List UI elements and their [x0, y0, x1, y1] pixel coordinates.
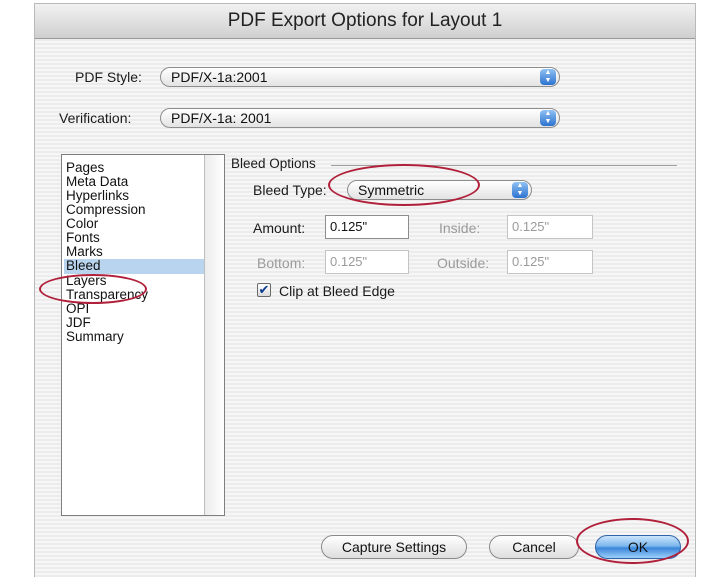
- popup-arrows-icon: ▲ ▼: [540, 110, 556, 126]
- category-item-opi[interactable]: OPI: [64, 302, 208, 316]
- category-item-fonts[interactable]: Fonts: [64, 231, 208, 245]
- clip-at-bleed-label: Clip at Bleed Edge: [279, 283, 395, 299]
- category-item-bleed[interactable]: Bleed: [64, 259, 208, 274]
- category-item-color[interactable]: Color: [64, 217, 208, 231]
- cancel-button[interactable]: Cancel: [489, 535, 579, 559]
- ok-button[interactable]: OK: [595, 535, 681, 559]
- category-item-summary[interactable]: Summary: [64, 330, 208, 344]
- pdf-style-label: PDF Style:: [75, 69, 142, 85]
- category-item-pages[interactable]: Pages: [64, 161, 208, 175]
- clip-at-bleed-checkbox[interactable]: ✔: [257, 283, 271, 297]
- category-list[interactable]: Pages Meta Data Hyperlinks Compression C…: [61, 154, 225, 516]
- category-item-transparency[interactable]: Transparency: [64, 288, 208, 302]
- category-item-compression[interactable]: Compression: [64, 203, 208, 217]
- inside-label: Inside:: [439, 220, 481, 236]
- bleed-type-label: Bleed Type:: [253, 182, 327, 198]
- title-bar: PDF Export Options for Layout 1: [35, 4, 695, 39]
- inside-field[interactable]: 0.125": [507, 215, 593, 239]
- popup-arrows-icon: ▲ ▼: [540, 69, 556, 85]
- category-item-marks[interactable]: Marks: [64, 245, 208, 259]
- list-scrollbar[interactable]: [204, 155, 224, 515]
- amount-label: Amount:: [253, 220, 306, 236]
- window-title: PDF Export Options for Layout 1: [227, 10, 503, 31]
- outside-label: Outside:: [437, 255, 490, 271]
- verification-label: Verification:: [59, 110, 132, 126]
- outside-field[interactable]: 0.125": [507, 250, 593, 274]
- capture-settings-button[interactable]: Capture Settings: [321, 535, 467, 559]
- bleed-options-title: Bleed Options: [231, 156, 316, 171]
- bottom-field[interactable]: 0.125": [325, 250, 409, 274]
- verification-value: PDF/X-1a: 2001: [171, 110, 272, 126]
- category-item-hyperlinks[interactable]: Hyperlinks: [64, 189, 208, 203]
- amount-field[interactable]: 0.125": [325, 215, 409, 239]
- pdf-style-popup[interactable]: PDF/X-1a:2001 ▲ ▼: [160, 67, 560, 87]
- category-item-meta-data[interactable]: Meta Data: [64, 175, 208, 189]
- bottom-label: Bottom:: [257, 255, 306, 271]
- bleed-type-value: Symmetric: [358, 182, 425, 198]
- verification-popup[interactable]: PDF/X-1a: 2001 ▲ ▼: [160, 108, 560, 128]
- popup-arrows-icon: ▲ ▼: [512, 182, 528, 198]
- pdf-style-value: PDF/X-1a:2001: [171, 69, 268, 85]
- pdf-export-dialog: PDF Export Options for Layout 1 PDF Styl…: [34, 3, 696, 577]
- bleed-type-popup[interactable]: Symmetric ▲ ▼: [347, 180, 532, 200]
- category-item-jdf[interactable]: JDF: [64, 316, 208, 330]
- group-divider: [331, 165, 677, 166]
- category-item-layers[interactable]: Layers: [64, 274, 208, 288]
